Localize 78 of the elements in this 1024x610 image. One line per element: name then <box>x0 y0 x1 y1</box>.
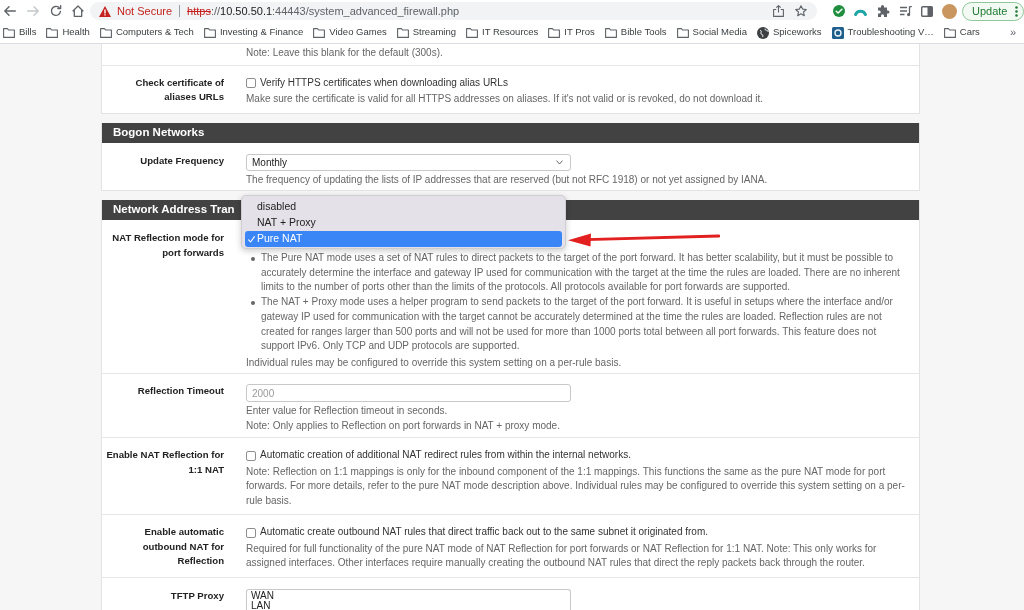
help-text: Note: Only applies to Reflection on port forwards in NAT + proxy mode. <box>246 418 561 433</box>
checkbox[interactable] <box>246 77 256 88</box>
help-text: Note: Leave this blank for the default (300s). <box>246 46 444 60</box>
field-label: Enable NAT Reflection for 1:1 NAT <box>105 448 224 477</box>
folder-icon <box>46 27 59 38</box>
bookmark-item[interactable]: Bible Tools <box>604 25 667 40</box>
bullet-icon <box>251 300 255 305</box>
bullet-text: The Pure NAT mode uses a set of NAT rules to direct packets to the target of the port forward. It has better scalability, but it must be possible to accurately determine the interface and gateway IP used for communication with the target at the time the rules are loaded. There are no inherent limits to the number of ports other than the limits of the protocols. All protocols available for port forwards are supported. <box>261 251 901 295</box>
list-option[interactable]: WAN <box>251 590 566 601</box>
checkbox-label[interactable]: Automatic create outbound NAT rules that direct traffic back out to the same subnet it originated from. <box>260 525 708 540</box>
bookmark-item[interactable]: Computers & Tech <box>99 25 194 40</box>
field-label: Reflection Timeout <box>137 384 224 399</box>
folder-icon <box>203 27 216 38</box>
update-button[interactable]: Update <box>962 1 1024 21</box>
folder-icon <box>676 27 689 38</box>
text-field[interactable]: 2000 <box>246 384 571 403</box>
bookmark-item[interactable]: Cars <box>943 25 980 40</box>
address-bar[interactable]: Not Secure https://10.50.50.1:44443/system_advanced_firewall.php <box>90 2 817 20</box>
help-text: Individual rules may be configured to override this system setting on a per-rule basis. <box>246 355 623 370</box>
dropdown-option[interactable]: disabled <box>245 199 562 215</box>
help-text: Required for full functionality of the pure NAT mode of NAT Reflection for port forwards or NAT Reflection for 1:1 NAT. Note: This only works for assigned interfaces. Other interfaces require manually creating the outbound NAT rules that direct the reply packets back through the router. <box>246 541 878 571</box>
field-label: Check certificate of aliases URLs <box>134 75 224 104</box>
bookmark-item[interactable]: IT Pros <box>548 25 595 40</box>
checkbox-label[interactable]: Verify HTTPS certificates when downloading alias URLs <box>260 75 508 90</box>
back-icon[interactable] <box>4 5 16 17</box>
folder-icon <box>548 27 561 38</box>
folder-icon <box>313 27 326 38</box>
field-label: Enable automatic outbound NAT for Reflection <box>141 525 224 569</box>
bookmark-item[interactable]: Troubleshooting V… <box>831 25 934 40</box>
dropdown-option[interactable]: Pure NAT <box>245 231 562 247</box>
bullet-icon <box>251 256 255 261</box>
folder-icon <box>99 27 112 38</box>
globe-icon <box>756 26 769 39</box>
more-bookmarks-button[interactable]: » <box>1009 24 1016 41</box>
tile-icon <box>831 26 844 39</box>
help-text: The frequency of updating the lists of IP addresses that are reserved (but not RFC 1918) or not yet assigned by IANA. <box>246 172 769 187</box>
profile-avatar[interactable] <box>942 3 957 19</box>
kebab-icon <box>1015 5 1018 17</box>
list-option[interactable]: LAN <box>251 600 566 610</box>
checkbox-label[interactable]: Automatic creation of additional NAT redirect rules from within the internal networks. <box>260 448 631 463</box>
playlist-icon[interactable] <box>900 5 912 17</box>
bookmark-item[interactable]: Spiceworks <box>756 25 822 40</box>
listbox[interactable]: WAN LAN <box>246 588 571 610</box>
bookmark-item[interactable]: Health <box>46 25 90 40</box>
field-label: Update Frequency <box>140 153 224 168</box>
help-text: Enter value for Reflection timeout in seconds. <box>246 404 449 419</box>
folder-icon <box>396 27 409 38</box>
bookmark-item[interactable]: Social Media <box>676 25 747 40</box>
field-label: NAT Reflection mode for port forwards <box>111 231 224 260</box>
chevron-icon <box>556 159 563 165</box>
help-text: Make sure the certificate is valid for all HTTPS addresses on aliases. If it's not valid or is revoked, do not download it. <box>246 92 765 106</box>
check-circle-icon[interactable] <box>833 5 845 17</box>
checkbox[interactable] <box>246 527 256 538</box>
bookmark-item[interactable]: IT Resources <box>466 25 539 40</box>
bookmark-item[interactable]: Investing & Finance <box>203 25 304 40</box>
folder-icon <box>943 27 956 38</box>
home-icon[interactable] <box>72 5 84 17</box>
check-icon <box>248 235 255 243</box>
folder-icon <box>3 27 15 38</box>
share-icon[interactable] <box>773 5 784 17</box>
bookmark-item[interactable]: Bills <box>3 25 37 40</box>
side-panel-icon[interactable] <box>921 5 933 17</box>
folder-icon <box>466 27 478 38</box>
url-text[interactable]: https://10.50.50.1:44443/system_advanced_firewall.php <box>187 2 460 20</box>
help-text: Note: Reflection on 1:1 mappings is only for the inbound component of the 1:1 mappings. This functions the same as the pure NAT mode for port forwards. For more details, refer to the pure NAT mode description above. Individual rules may be configured to override this system setting on a per-rule basis. <box>246 464 906 508</box>
folder-icon <box>604 27 617 38</box>
bookmark-item[interactable]: Streaming <box>396 25 456 40</box>
star-icon[interactable] <box>795 5 807 17</box>
select-field[interactable]: Monthly <box>246 153 571 171</box>
security-chip[interactable]: Not Secure <box>99 2 173 20</box>
bookmark-item[interactable]: Video Games <box>313 25 387 40</box>
checkbox[interactable] <box>246 450 256 461</box>
reload-icon[interactable] <box>50 5 62 17</box>
warning-icon <box>99 5 111 17</box>
field-label: TFTP Proxy <box>170 588 224 603</box>
puzzle-icon[interactable] <box>878 5 890 17</box>
section-header: Bogon Networks <box>102 122 919 143</box>
bullet-text: The NAT + Proxy mode uses a helper program to send packets to the target of the port forward. It is useful in setups where the interface and/or gateway IP used for communication with the target cannot be accurately determined at the time the rules are loaded. Reflection rules are not created for ranges larger than 500 ports and will not be used for more than 1000 ports total between all port forwards. This feature does not support IPv6. Only TCP and UDP protocols are supported. <box>261 295 894 354</box>
